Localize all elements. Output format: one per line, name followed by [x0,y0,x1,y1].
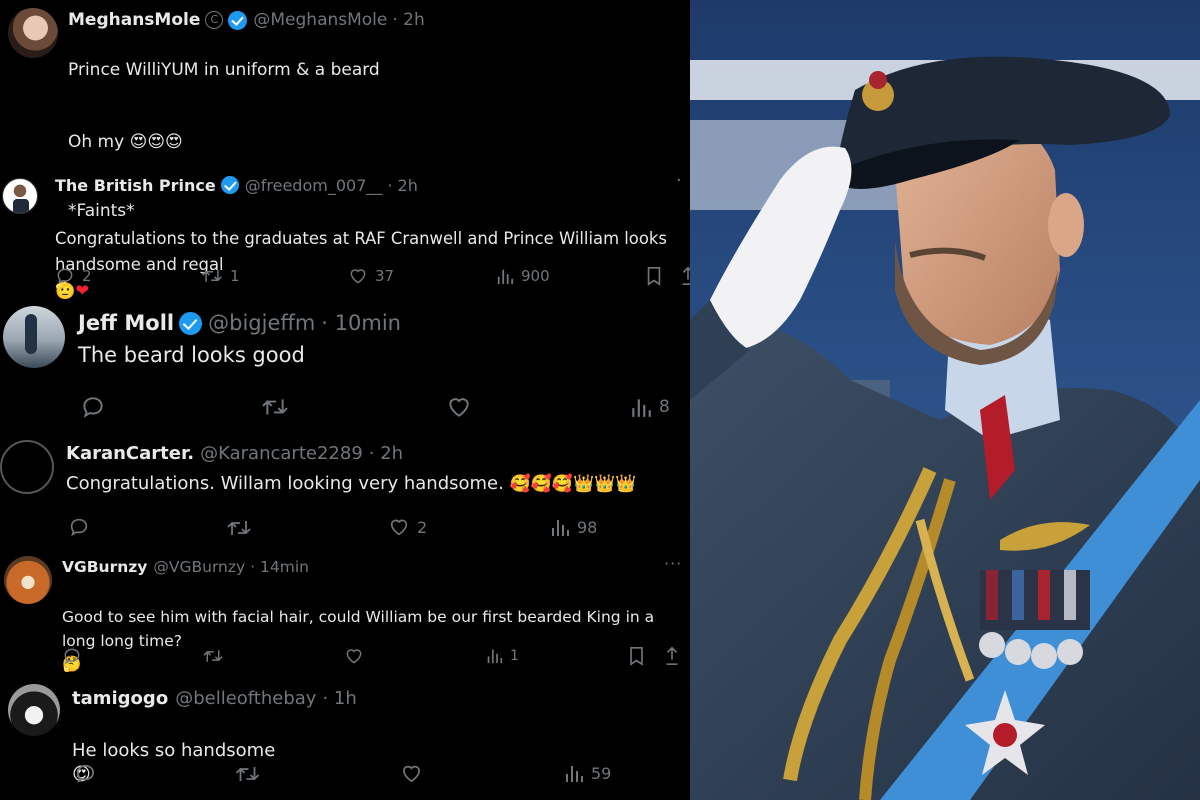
author-name[interactable]: VGBurnzy [62,558,147,576]
action-bar: 2 1 37 900 [55,262,690,292]
copyright-mark-icon: C [205,11,224,29]
crown-emoji-icon: 👑👑👑 [573,473,637,494]
photo-illustration [690,0,1200,800]
tweet-britishprince[interactable]: The British Prince @freedom_007__ · 2h ·… [0,170,690,300]
views-button[interactable]: 98 [550,516,597,538]
author-name[interactable]: tamigogo [72,688,168,709]
reply-icon[interactable] [80,394,106,420]
tweet-line: Prince WilliYUM in uniform & a beard [68,60,380,81]
tweet-tamigogo[interactable]: tamigogo @belleofthebay · 1h He looks so… [0,680,690,800]
heart-icon[interactable] [400,762,423,785]
tweet-text: Congratulations. Willam looking very han… [66,473,504,494]
views-button[interactable]: 8 [630,395,670,419]
like-button[interactable]: 2 [388,516,427,538]
reply-icon[interactable] [62,646,82,666]
avatar[interactable] [0,440,54,494]
timestamp[interactable]: · 2h [369,443,403,464]
timestamp[interactable]: · 10min [321,311,401,335]
timestamp[interactable]: · 14min [250,558,309,576]
reply-count: 2 [82,267,92,285]
view-count: 900 [521,267,550,285]
tweet-jeffmoll[interactable]: Jeff Moll @bigjeffm · 10min The beard lo… [0,300,690,430]
bookmark-icon[interactable] [628,646,645,666]
avatar[interactable] [8,684,60,736]
heart-eyes-emoji-icon: 😍😍😍 [129,132,183,153]
smiling-hearts-emoji-icon: 🥰🥰🥰 [509,473,574,494]
author-name[interactable]: The British Prince [55,176,216,195]
views-button[interactable]: 59 [564,762,611,784]
author-name[interactable]: Jeff Moll [78,311,174,335]
repost-button[interactable]: 1 [201,266,240,286]
timestamp[interactable]: · 1h [322,688,356,709]
view-count: 1 [510,647,519,664]
reply-icon[interactable] [68,516,90,538]
views-button[interactable]: 900 [496,266,550,286]
timestamp[interactable]: · 2h [392,10,424,30]
repost-icon[interactable] [226,517,252,539]
heart-icon[interactable] [446,394,472,420]
avatar[interactable] [8,8,58,58]
action-bar: 2 98 [66,514,686,544]
author-handle[interactable]: @bigjeffm [208,311,315,335]
views-icon [566,766,583,782]
views-icon [552,520,569,536]
repost-icon[interactable] [202,647,224,665]
author-handle[interactable]: @belleofthebay [175,688,316,709]
saluting-officer-photo [690,0,1200,800]
avatar[interactable] [2,178,38,214]
like-button[interactable]: 37 [348,266,394,286]
bookmark-icon[interactable] [645,266,663,286]
verified-badge-icon [228,10,248,30]
action-bar: 8 [78,392,688,424]
heart-icon [350,269,366,284]
reply-button[interactable]: 2 [55,266,92,286]
share-icon[interactable] [681,266,690,286]
more-options-icon[interactable]: ··· [664,554,682,573]
author-name[interactable]: KaranCarter. [66,443,194,464]
repost-icon[interactable] [260,395,290,419]
like-count: 37 [375,267,395,285]
heart-icon[interactable] [344,646,364,666]
timestamp[interactable]: · 2h [387,176,418,195]
views-button[interactable]: 1 [486,646,519,665]
like-count: 2 [417,517,428,537]
share-icon[interactable] [664,646,680,666]
views-icon [632,399,651,417]
view-count: 59 [591,763,612,783]
repost-count: 1 [230,267,240,285]
view-count: 98 [577,517,598,537]
author-handle[interactable]: @VGBurnzy [153,558,245,576]
verified-badge-icon [179,311,203,335]
tweet-text: Good to see him with facial hair, could … [62,608,655,650]
tweet-karancarter[interactable]: KaranCarter. @Karancarte2289 · 2h Congra… [0,430,690,550]
avatar[interactable] [4,556,52,604]
repost-icon[interactable] [234,763,261,785]
tweet-meghansmole[interactable]: MeghansMole C @MeghansMole · 2h Prince W… [0,0,690,221]
author-name[interactable]: MeghansMole [68,10,200,30]
author-handle[interactable]: @Karancarte2289 [200,443,363,464]
tweet-line: Oh my [68,132,125,153]
views-icon [487,649,503,664]
author-handle[interactable]: @MeghansMole [253,10,387,30]
tweet-vgburnzy[interactable]: VGBurnzy @VGBurnzy · 14min ··· Good to s… [0,550,690,680]
views-icon [497,269,514,285]
action-bar: 1 [62,645,688,671]
avatar[interactable] [3,306,65,368]
action-bar: 59 [72,760,682,788]
author-handle[interactable]: @freedom_007__ [245,176,383,195]
repost-icon [202,270,222,282]
heart-icon [390,519,408,536]
reply-icon [57,268,73,285]
reply-icon[interactable] [74,762,97,785]
tweet-collage: MeghansMole C @MeghansMole · 2h Prince W… [0,0,690,800]
tweet-text: He looks so handsome [72,740,276,762]
view-count: 8 [659,397,670,417]
tweet-text: The beard looks good [78,343,305,367]
more-options-icon[interactable]: · [676,170,683,191]
verified-badge-icon [220,176,239,194]
